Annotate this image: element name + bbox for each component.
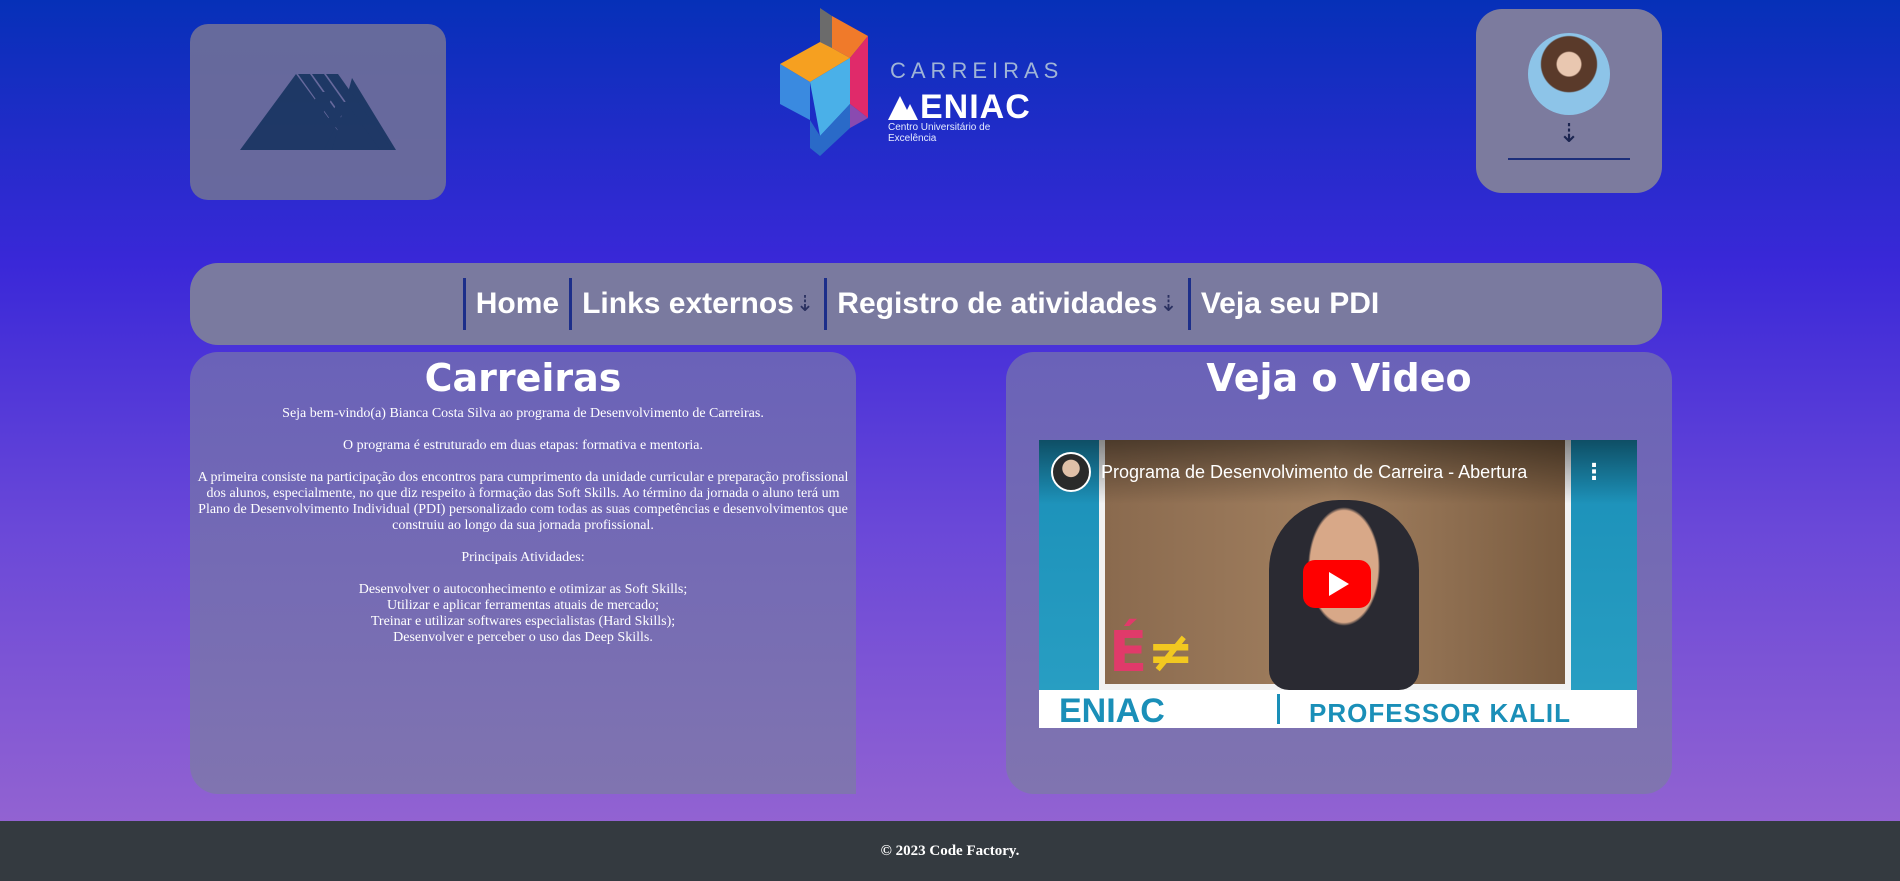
play-button[interactable] xyxy=(1303,560,1371,608)
nav-item-links-externos[interactable]: Links externos ⇣ xyxy=(569,278,824,330)
eniac-mark-icon xyxy=(888,96,918,120)
nav-item-label: Links externos xyxy=(582,287,794,320)
nav-item-label: Registro de atividades xyxy=(837,287,1158,320)
welcome-text: Seja bem-vindo(a) Bianca Costa Silva ao … xyxy=(282,406,764,421)
video-panel: Veja o Video É≠ ENIAC PROFESSOR KALIL Pr… xyxy=(1006,352,1672,794)
channel-avatar[interactable] xyxy=(1051,452,1091,492)
dropdown-arrow-icon: ⇣ xyxy=(1159,291,1178,317)
main-navigation: Home Links externos ⇣ Registro de ativid… xyxy=(190,263,1662,345)
video-banner-logo: ENIAC xyxy=(1059,692,1165,728)
video-banner: ENIAC PROFESSOR KALIL xyxy=(1039,690,1637,728)
site-logo[interactable] xyxy=(190,24,446,200)
nav-item-label: Home xyxy=(475,287,560,320)
video-section-title: Veja o Video xyxy=(1206,356,1472,400)
user-menu[interactable]: ⇣ xyxy=(1476,9,1662,193)
brand-top-text: CARREIRAS xyxy=(890,58,1064,83)
carreiras-panel: Carreiras Seja bem-vindo(a) Bianca Costa… xyxy=(190,352,856,794)
nav-item-label: Veja seu PDI xyxy=(1200,287,1380,320)
nav-item-registro-atividades[interactable]: Registro de atividades ⇣ xyxy=(824,278,1188,330)
divider xyxy=(1277,694,1280,724)
activity-item: Desenvolver e perceber o uso das Deep Sk… xyxy=(393,630,653,645)
divider xyxy=(1508,158,1630,160)
nav-item-home[interactable]: Home xyxy=(462,278,569,330)
avatar[interactable] xyxy=(1528,33,1610,115)
dropdown-arrow-icon[interactable]: ⇣ xyxy=(1476,119,1662,149)
activity-item: Treinar e utilizar softwares especialist… xyxy=(370,614,676,629)
neq-graphic: É≠ xyxy=(1109,620,1195,685)
eniac-carreiras-logo: CARREIRAS ENIAC Centro Universitário de … xyxy=(780,8,1058,156)
youtube-video-embed[interactable]: É≠ ENIAC PROFESSOR KALIL Programa de Des… xyxy=(1039,440,1637,728)
activity-item: Desenvolver o autoconhecimento e otimiza… xyxy=(358,582,688,597)
cube-logo-icon xyxy=(780,8,868,156)
activities-title: Principais Atividades: xyxy=(461,550,585,565)
video-title[interactable]: Programa de Desenvolvimento de Carreira … xyxy=(1101,462,1527,483)
nav-item-veja-pdi[interactable]: Veja seu PDI xyxy=(1187,278,1389,330)
more-options-icon[interactable]: ⋮ xyxy=(1583,460,1605,485)
carreiras-title: Carreiras xyxy=(424,356,622,400)
brand-sub-text: Centro Universitário de Excelência xyxy=(888,122,991,144)
dropdown-arrow-icon: ⇣ xyxy=(795,291,815,317)
mountain-logo-icon xyxy=(240,74,396,150)
footer-text: © 2023 Code Factory. xyxy=(880,842,1020,859)
footer: © 2023 Code Factory. xyxy=(0,821,1900,881)
activity-item: Utilizar e aplicar ferramentas atuais de… xyxy=(386,598,660,613)
first-stage-text: A primeira consiste na participação dos … xyxy=(197,470,849,533)
video-banner-name: PROFESSOR KALIL xyxy=(1309,698,1572,728)
structure-text: O programa é estruturado em duas etapas:… xyxy=(343,438,703,453)
carreiras-content: Seja bem-vindo(a) Bianca Costa Silva ao … xyxy=(196,406,850,646)
